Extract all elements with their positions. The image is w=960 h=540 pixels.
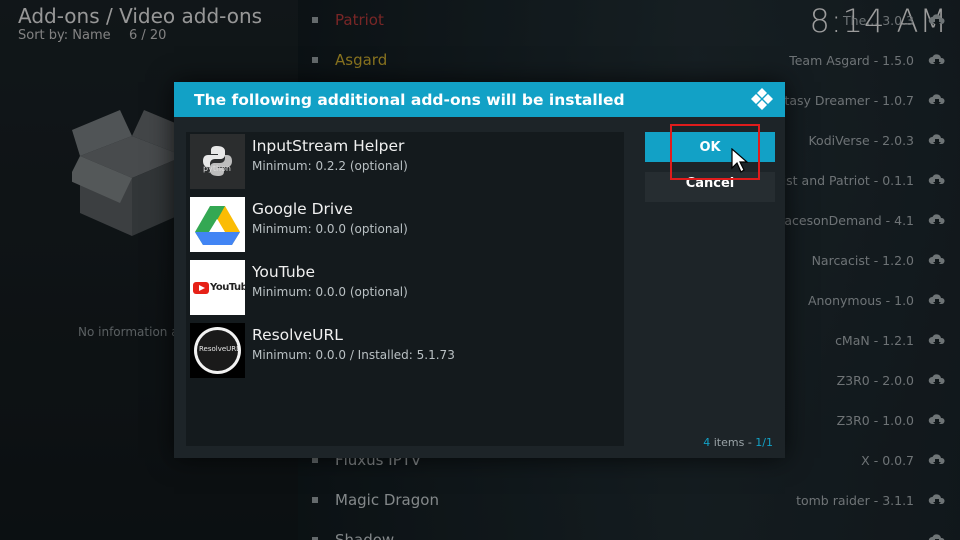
python-thumb-text: python	[203, 164, 231, 173]
item-count: 4 items - 1/1	[703, 436, 773, 449]
page-indicator: 1/1	[755, 436, 773, 449]
youtube-logo-icon: YouTube	[190, 260, 245, 315]
dialog-header: The following additional add-ons will be…	[174, 82, 785, 117]
addon-name: InputStream Helper	[252, 137, 405, 155]
list-item[interactable]: ResolveURL ResolveURL Minimum: 0.0.0 / I…	[190, 322, 620, 378]
item-count-value: 4	[703, 436, 711, 449]
list-item[interactable]: Google Drive Minimum: 0.0.0 (optional)	[190, 196, 620, 252]
resolveurl-thumb-text: ResolveURL	[199, 345, 241, 353]
addon-version: Minimum: 0.2.2 (optional)	[252, 159, 408, 173]
kodi-logo-icon	[751, 88, 773, 110]
addon-dependency-list: python InputStream Helper Minimum: 0.2.2…	[186, 132, 624, 446]
resolveurl-logo-icon: ResolveURL	[190, 323, 245, 378]
mouse-cursor-icon	[731, 148, 749, 173]
addon-version: Minimum: 0.0.0 / Installed: 5.1.73	[252, 348, 455, 362]
google-drive-icon	[190, 197, 245, 252]
addon-name: ResolveURL	[252, 326, 343, 344]
python-logo-icon: python	[190, 134, 245, 189]
addon-name: Google Drive	[252, 200, 353, 218]
dialog-title: The following additional add-ons will be…	[194, 90, 625, 109]
install-dependencies-dialog: The following additional add-ons will be…	[174, 82, 785, 458]
item-count-label: items	[713, 436, 745, 449]
list-item[interactable]: YouTube YouTube Minimum: 0.0.0 (optional…	[190, 259, 620, 315]
addon-version: Minimum: 0.0.0 (optional)	[252, 285, 408, 299]
youtube-thumb-text: YouTube	[210, 282, 245, 293]
addon-version: Minimum: 0.0.0 (optional)	[252, 222, 408, 236]
list-item[interactable]: python InputStream Helper Minimum: 0.2.2…	[190, 133, 620, 189]
addon-name: YouTube	[252, 263, 316, 281]
